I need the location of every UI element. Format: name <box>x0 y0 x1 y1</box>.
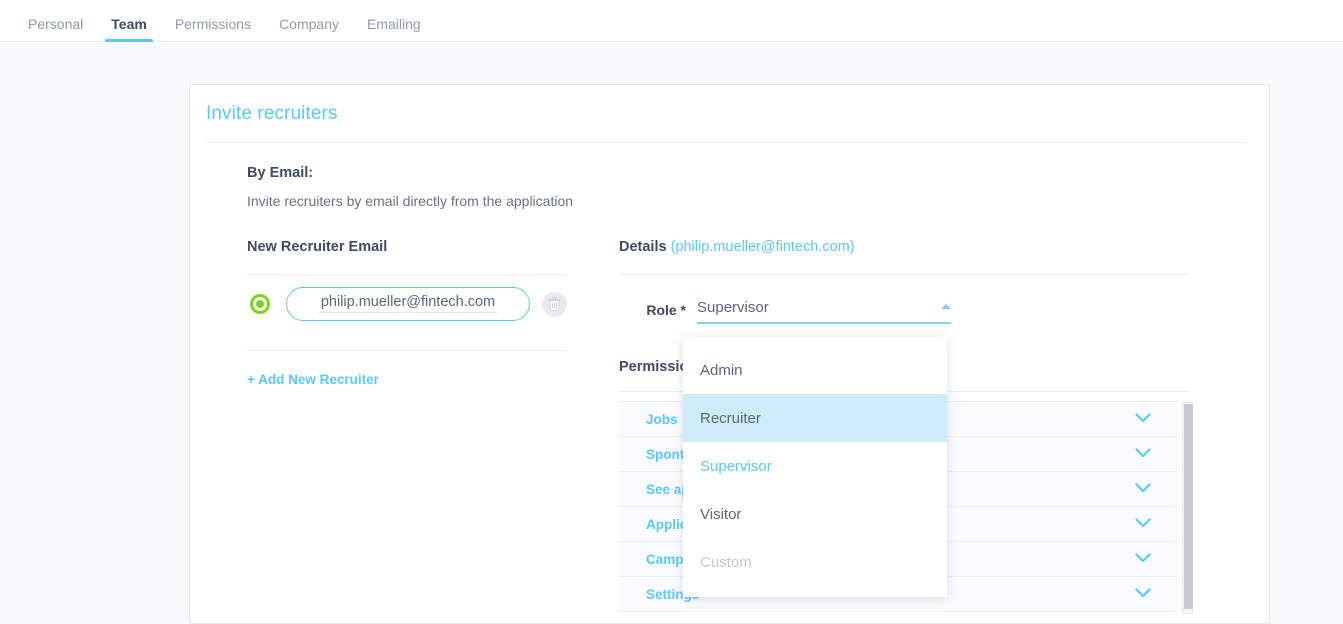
dropdown-option-custom: Custom <box>700 553 752 571</box>
chevron-down-icon[interactable] <box>1135 410 1151 428</box>
permissions-scrollbar-thumb[interactable] <box>1184 404 1193 609</box>
by-email-heading: By Email: <box>247 165 314 181</box>
role-selected-value: Supervisor <box>697 299 769 316</box>
details-divider <box>619 274 1189 275</box>
top-navigation-bar: Personal Team Permissions Company Emaili… <box>0 0 1343 42</box>
dropdown-option-supervisor[interactable]: Supervisor <box>683 442 947 490</box>
trash-icon <box>548 297 561 311</box>
add-new-recruiter-link[interactable]: + Add New Recruiter <box>247 372 379 387</box>
chevron-down-icon[interactable] <box>1135 515 1151 533</box>
tab-permissions[interactable]: Permissions <box>161 17 265 42</box>
dropdown-option-recruiter[interactable]: Recruiter <box>683 394 947 442</box>
page-title: Invite recruiters <box>206 103 338 124</box>
delete-recruiter-button[interactable] <box>542 291 567 317</box>
details-heading-email: (philip.mueller@fintech.com) <box>670 239 855 255</box>
by-email-subtitle: Invite recruiters by email directly from… <box>247 193 574 209</box>
recruiter-select-radio[interactable] <box>250 294 270 314</box>
tab-emailing[interactable]: Emailing <box>353 17 435 42</box>
details-heading: Details (philip.mueller@fintech.com) <box>619 239 1189 257</box>
chevron-down-icon[interactable] <box>1135 480 1151 498</box>
recruiter-email-input[interactable]: philip.mueller@fintech.com <box>286 287 530 321</box>
by-email-section: By Email: Invite recruiters by email dir… <box>190 143 1269 209</box>
chevron-down-icon[interactable] <box>1135 550 1151 568</box>
recruiter-email-value: philip.mueller@fintech.com <box>318 294 498 314</box>
tab-list: Personal Team Permissions Company Emaili… <box>0 0 1343 42</box>
details-heading-label: Details <box>619 239 667 255</box>
tab-team[interactable]: Team <box>97 17 161 42</box>
recruiter-list-divider <box>247 350 567 351</box>
role-dropdown-menu: Admin Recruiter Supervisor Visitor Custo… <box>683 337 947 597</box>
permissions-scrollbar[interactable] <box>1182 402 1193 614</box>
new-recruiter-heading: New Recruiter Email <box>247 239 388 255</box>
role-field-row: Role * Supervisor <box>619 299 1189 324</box>
role-select[interactable]: Supervisor <box>697 299 951 324</box>
caret-up-icon <box>941 304 951 309</box>
new-recruiter-column: New Recruiter Email philip.mueller@finte… <box>247 239 567 612</box>
recruiter-row: philip.mueller@fintech.com <box>247 275 567 333</box>
dropdown-option-visitor[interactable]: Visitor <box>683 490 947 538</box>
role-label: Role * <box>646 302 686 318</box>
dropdown-option-admin[interactable]: Admin <box>683 346 947 394</box>
chevron-down-icon[interactable] <box>1135 445 1151 463</box>
tab-personal[interactable]: Personal <box>14 17 97 42</box>
tab-company[interactable]: Company <box>265 17 353 42</box>
chevron-down-icon[interactable] <box>1135 585 1151 603</box>
